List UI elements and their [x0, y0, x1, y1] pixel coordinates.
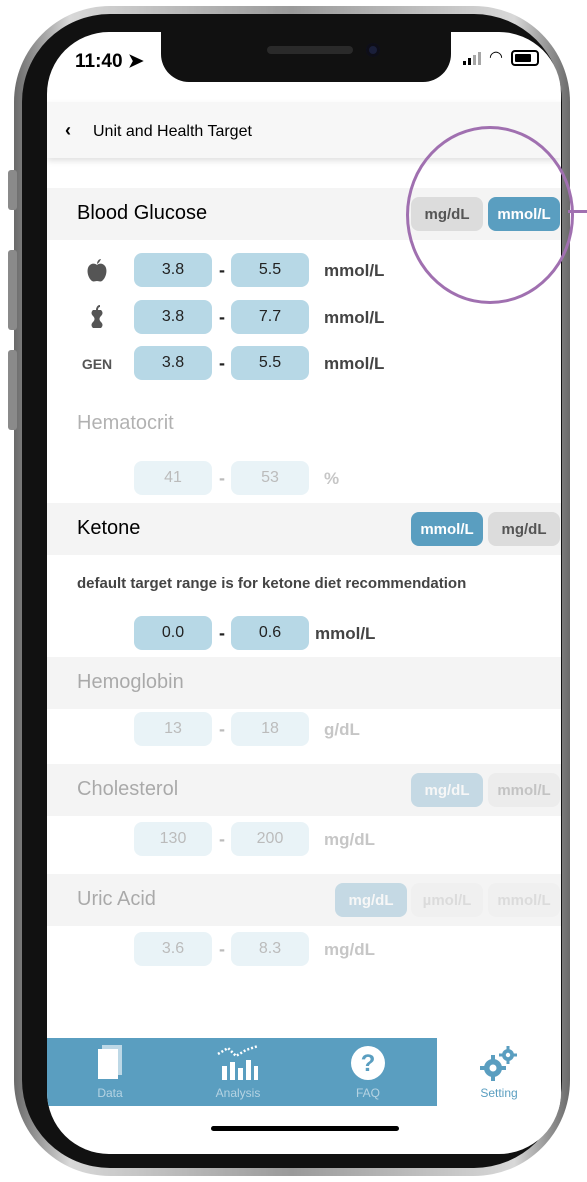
tab-bar: Data Analysis ? FAQ Setting [47, 1038, 561, 1110]
ketone-unit-mmoll-button[interactable]: mmol/L [411, 512, 483, 546]
ketone-unit-label: mmol/L [315, 624, 376, 643]
chart-icon [193, 1044, 283, 1082]
cholesterol-unit-mgdl-button[interactable]: mg/dL [411, 773, 483, 807]
glucose-max-input[interactable]: 5.5 [231, 346, 309, 380]
uric-acid-max-input[interactable]: 8.3 [231, 932, 309, 966]
signal-icon [463, 51, 482, 65]
hemoglobin-unit-label: g/dL [324, 720, 360, 739]
question-icon: ? [323, 1044, 413, 1082]
cholesterol-min-input[interactable]: 130 [134, 822, 212, 856]
uric-acid-header: Uric Acid mg/dL µmol/L mmol/L [47, 874, 561, 926]
tab-data[interactable]: Data [65, 1044, 155, 1100]
tab-faq-label: FAQ [355, 1086, 380, 1100]
ketone-min-input[interactable]: 0.0 [134, 616, 212, 650]
glucose-max-input[interactable]: 5.5 [231, 253, 309, 287]
volume-up-button [8, 250, 17, 330]
glucose-unit-label: mmol/L [324, 354, 385, 373]
uric-acid-unit-umoll-button[interactable]: µmol/L [411, 883, 483, 917]
hematocrit-header: Hematocrit [47, 398, 561, 450]
ketone-note: default target range is for ketone diet … [77, 575, 467, 592]
phone-device: 11:40 ➤ ◠ ‹ Unit and Health Target Blood… [0, 0, 587, 1182]
hemoglobin-max-input[interactable]: 18 [231, 712, 309, 746]
hemoglobin-header: Hemoglobin [47, 657, 561, 709]
cholesterol-unit-label: mg/dL [324, 830, 375, 849]
range-dash: - [219, 623, 225, 643]
tab-setting[interactable]: Setting [454, 1044, 544, 1100]
page-title[interactable]: Unit and Health Target [93, 123, 252, 141]
tab-analysis-label: Analysis [215, 1086, 261, 1100]
cholesterol-header: Cholesterol mg/dL mmol/L [47, 764, 561, 816]
gen-label: GEN [81, 356, 113, 372]
hemoglobin-title: Hemoglobin [77, 671, 184, 693]
glucose-min-input[interactable]: 3.8 [134, 253, 212, 287]
glucose-unit-label: mmol/L [324, 308, 385, 327]
home-indicator[interactable] [211, 1126, 399, 1131]
uric-acid-title: Uric Acid [77, 888, 156, 910]
gears-icon [454, 1044, 544, 1082]
tab-faq[interactable]: ? FAQ [323, 1044, 413, 1100]
status-icons: ◠ [463, 50, 539, 66]
cholesterol-max-input[interactable]: 200 [231, 822, 309, 856]
ketone-unit-mgdl-button[interactable]: mg/dL [488, 512, 560, 546]
range-dash: - [219, 307, 225, 327]
blood-glucose-title: Blood Glucose [77, 202, 208, 224]
hematocrit-max-input[interactable]: 53 [231, 461, 309, 495]
cholesterol-unit-mmoll-button[interactable]: mmol/L [488, 773, 560, 807]
glucose-max-input[interactable]: 7.7 [231, 300, 309, 334]
uric-acid-row: 3.6 - 8.3 mg/dL [47, 929, 561, 969]
hematocrit-title: Hematocrit [77, 412, 174, 434]
range-dash: - [219, 260, 225, 280]
wifi-icon: ◠ [489, 49, 503, 66]
hemoglobin-min-input[interactable]: 13 [134, 712, 212, 746]
range-dash: - [219, 353, 225, 373]
highlight-pointer-line [568, 210, 587, 213]
apple-core-icon [77, 305, 117, 331]
ketone-max-input[interactable]: 0.6 [231, 616, 309, 650]
ketone-header: Ketone mmol/L mg/dL [47, 503, 561, 555]
battery-icon [511, 50, 539, 66]
apple-icon [77, 258, 117, 284]
uric-acid-unit-label: mg/dL [324, 940, 375, 959]
range-dash: - [219, 939, 225, 959]
location-arrow-icon: ➤ [127, 51, 144, 72]
svg-text:?: ? [361, 1050, 376, 1077]
uric-acid-unit-mgdl-button[interactable]: mg/dL [335, 883, 407, 917]
hematocrit-min-input[interactable]: 41 [134, 461, 212, 495]
glucose-min-input[interactable]: 3.8 [134, 300, 212, 334]
status-time: 11:40 ➤ [75, 51, 144, 72]
ketone-title: Ketone [77, 517, 141, 539]
glucose-unit-label: mmol/L [324, 261, 385, 280]
hematocrit-unit-label: % [324, 469, 340, 488]
hemoglobin-row: 13 - 18 g/dL [47, 709, 561, 749]
cholesterol-title: Cholesterol [77, 778, 179, 800]
range-dash: - [219, 719, 225, 739]
chevron-left-icon[interactable]: ‹ [65, 120, 71, 141]
mute-switch [8, 170, 17, 210]
glucose-row-general: GEN 3.8 - 5.5 mmol/L [47, 343, 561, 383]
uric-acid-unit-mmoll-button[interactable]: mmol/L [488, 883, 560, 917]
tab-setting-label: Setting [480, 1086, 518, 1100]
ketone-row: 0.0 - 0.6 mmol/L [47, 613, 561, 653]
tab-data-label: Data [97, 1086, 123, 1100]
front-camera [366, 43, 380, 57]
tab-analysis[interactable]: Analysis [193, 1044, 283, 1100]
range-dash: - [219, 829, 225, 849]
hematocrit-row: 41 - 53 % [47, 458, 561, 498]
range-dash: - [219, 468, 225, 488]
cholesterol-row: 130 - 200 mg/dL [47, 819, 561, 859]
speaker [267, 46, 353, 54]
volume-down-button [8, 350, 17, 430]
uric-acid-min-input[interactable]: 3.6 [134, 932, 212, 966]
document-icon [65, 1044, 155, 1082]
highlight-circle [406, 126, 574, 304]
glucose-min-input[interactable]: 3.8 [134, 346, 212, 380]
notch [161, 32, 451, 82]
